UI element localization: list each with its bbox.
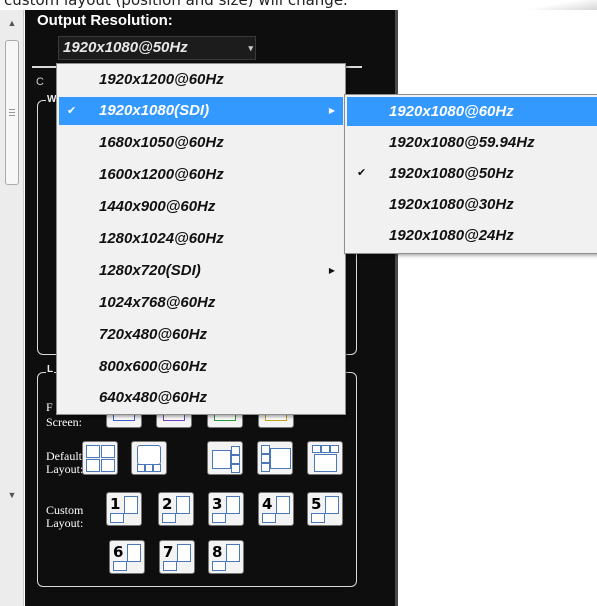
custom-layout-number: 1 xyxy=(110,495,121,513)
custom-layout-number: 7 xyxy=(163,543,174,561)
menu-item-label: 1920x1200@60Hz xyxy=(99,71,224,88)
submenu-item-label: 1920x1080@30Hz xyxy=(389,196,514,213)
default-layout-top-row-button[interactable] xyxy=(307,441,343,475)
dropdown-arrow-icon: ▾ xyxy=(248,43,253,53)
submenu-item-label: 1920x1080@60Hz xyxy=(389,103,514,120)
menu-item-label: 1280x720(SDI) xyxy=(99,262,201,279)
menu-item-label: 800x600@60Hz xyxy=(99,358,208,375)
default-layout-label-1: Default xyxy=(46,449,82,463)
menu-item-label: 1440x900@60Hz xyxy=(99,198,216,215)
custom-layout-number: 2 xyxy=(162,495,173,513)
menu-item-1600x1200[interactable]: 1600x1200@60Hz xyxy=(59,161,343,189)
custom-layout-button-6[interactable]: 6 xyxy=(109,540,145,574)
submenu-item-1920x1080-30[interactable]: 1920x1080@30Hz xyxy=(347,190,597,219)
default-layout-main-side-button[interactable] xyxy=(207,441,243,475)
output-resolution-select[interactable]: 1920x1080@50Hz ▾ xyxy=(58,36,256,60)
menu-item-label: 1024x768@60Hz xyxy=(99,294,216,311)
custom-layout-button-2[interactable]: 2 xyxy=(158,492,194,526)
custom-layout-button-4[interactable]: 4 xyxy=(258,492,294,526)
submenu-arrow-icon: ▶ xyxy=(328,266,335,275)
screen-row-label-1: F xyxy=(46,400,53,414)
custom-layout-number: 5 xyxy=(311,495,322,513)
menu-item-640x480[interactable]: 640x480@60Hz xyxy=(59,384,343,412)
caption-text: custom layout (position and size) will c… xyxy=(4,0,348,9)
menu-item-1280x720-sdi[interactable]: 1280x720(SDI) ▶ xyxy=(59,257,343,285)
sdi-resolution-submenu: 1920x1080@60Hz 1920x1080@59.94Hz ✔ 1920x… xyxy=(344,94,597,254)
menu-item-1440x900[interactable]: 1440x900@60Hz xyxy=(59,193,343,221)
custom-layout-number: 6 xyxy=(113,543,124,561)
menu-item-label: 1280x1024@60Hz xyxy=(99,230,224,247)
hidden-tab-label: C xyxy=(36,76,44,88)
custom-layout-button-8[interactable]: 8 xyxy=(208,540,244,574)
scroll-thumb[interactable] xyxy=(5,40,19,185)
submenu-item-1920x1080-59-94[interactable]: 1920x1080@59.94Hz xyxy=(347,128,597,157)
menu-item-800x600[interactable]: 800x600@60Hz xyxy=(59,353,343,381)
default-layout-label-2: Layout: xyxy=(46,462,84,476)
custom-layout-button-7[interactable]: 7 xyxy=(159,540,195,574)
custom-layout-number: 8 xyxy=(212,543,223,561)
menu-item-1024x768[interactable]: 1024x768@60Hz xyxy=(59,289,343,317)
menu-item-1680x1050[interactable]: 1680x1050@60Hz xyxy=(59,129,343,157)
menu-item-1920x1080-sdi[interactable]: ✔ 1920x1080(SDI) ▶ xyxy=(59,97,343,125)
resolution-dropdown-menu: 1920x1200@60Hz ✔ 1920x1080(SDI) ▶ 1680x1… xyxy=(56,63,346,415)
menu-item-label: 1920x1080(SDI) xyxy=(99,102,210,119)
default-layout-pip-button[interactable] xyxy=(131,441,167,475)
custom-layout-label-2: Layout: xyxy=(46,516,84,530)
page-corner-decoration xyxy=(527,0,597,10)
default-layout-quad-button[interactable] xyxy=(82,441,118,475)
scroll-down-arrow-icon[interactable]: ▼ xyxy=(4,488,20,502)
check-icon: ✔ xyxy=(67,105,77,117)
scroll-up-arrow-icon[interactable]: ▲ xyxy=(4,16,20,30)
menu-item-label: 1680x1050@60Hz xyxy=(99,134,224,151)
submenu-item-1920x1080-50[interactable]: ✔ 1920x1080@50Hz xyxy=(347,159,597,188)
top-caption: custom layout (position and size) will c… xyxy=(0,0,597,9)
scroll-grip-icon xyxy=(9,109,15,116)
menu-item-label: 720x480@60Hz xyxy=(99,326,208,343)
vertical-scrollbar[interactable]: ▲ ▼ xyxy=(0,10,24,606)
custom-layout-label-1: Custom xyxy=(46,503,84,517)
custom-layout-button-5[interactable]: 5 xyxy=(307,492,343,526)
submenu-item-1920x1080-24[interactable]: 1920x1080@24Hz xyxy=(347,221,597,250)
submenu-item-label: 1920x1080@24Hz xyxy=(389,227,514,244)
submenu-item-label: 1920x1080@50Hz xyxy=(389,165,514,182)
check-icon: ✔ xyxy=(357,167,367,179)
menu-item-720x480[interactable]: 720x480@60Hz xyxy=(59,321,343,349)
output-resolution-label: Output Resolution: xyxy=(37,12,173,29)
submenu-item-label: 1920x1080@59.94Hz xyxy=(389,134,535,151)
menu-item-label: 1600x1200@60Hz xyxy=(99,166,224,183)
output-resolution-value: 1920x1080@50Hz xyxy=(63,39,188,56)
custom-layout-number: 4 xyxy=(262,495,273,513)
custom-layout-button-1[interactable]: 1 xyxy=(106,492,142,526)
submenu-item-1920x1080-60[interactable]: 1920x1080@60Hz xyxy=(347,97,597,126)
custom-layout-button-3[interactable]: 3 xyxy=(208,492,244,526)
menu-item-1920x1200[interactable]: 1920x1200@60Hz xyxy=(59,66,343,94)
layout-group-label: L xyxy=(46,364,55,375)
menu-item-1280x1024[interactable]: 1280x1024@60Hz xyxy=(59,225,343,253)
screen-row-label-2: Screen: xyxy=(46,415,82,429)
default-layout-side-main-button[interactable] xyxy=(257,441,293,475)
submenu-arrow-icon: ▶ xyxy=(328,106,335,115)
custom-layout-number: 3 xyxy=(212,495,223,513)
menu-item-label: 640x480@60Hz xyxy=(99,389,208,406)
